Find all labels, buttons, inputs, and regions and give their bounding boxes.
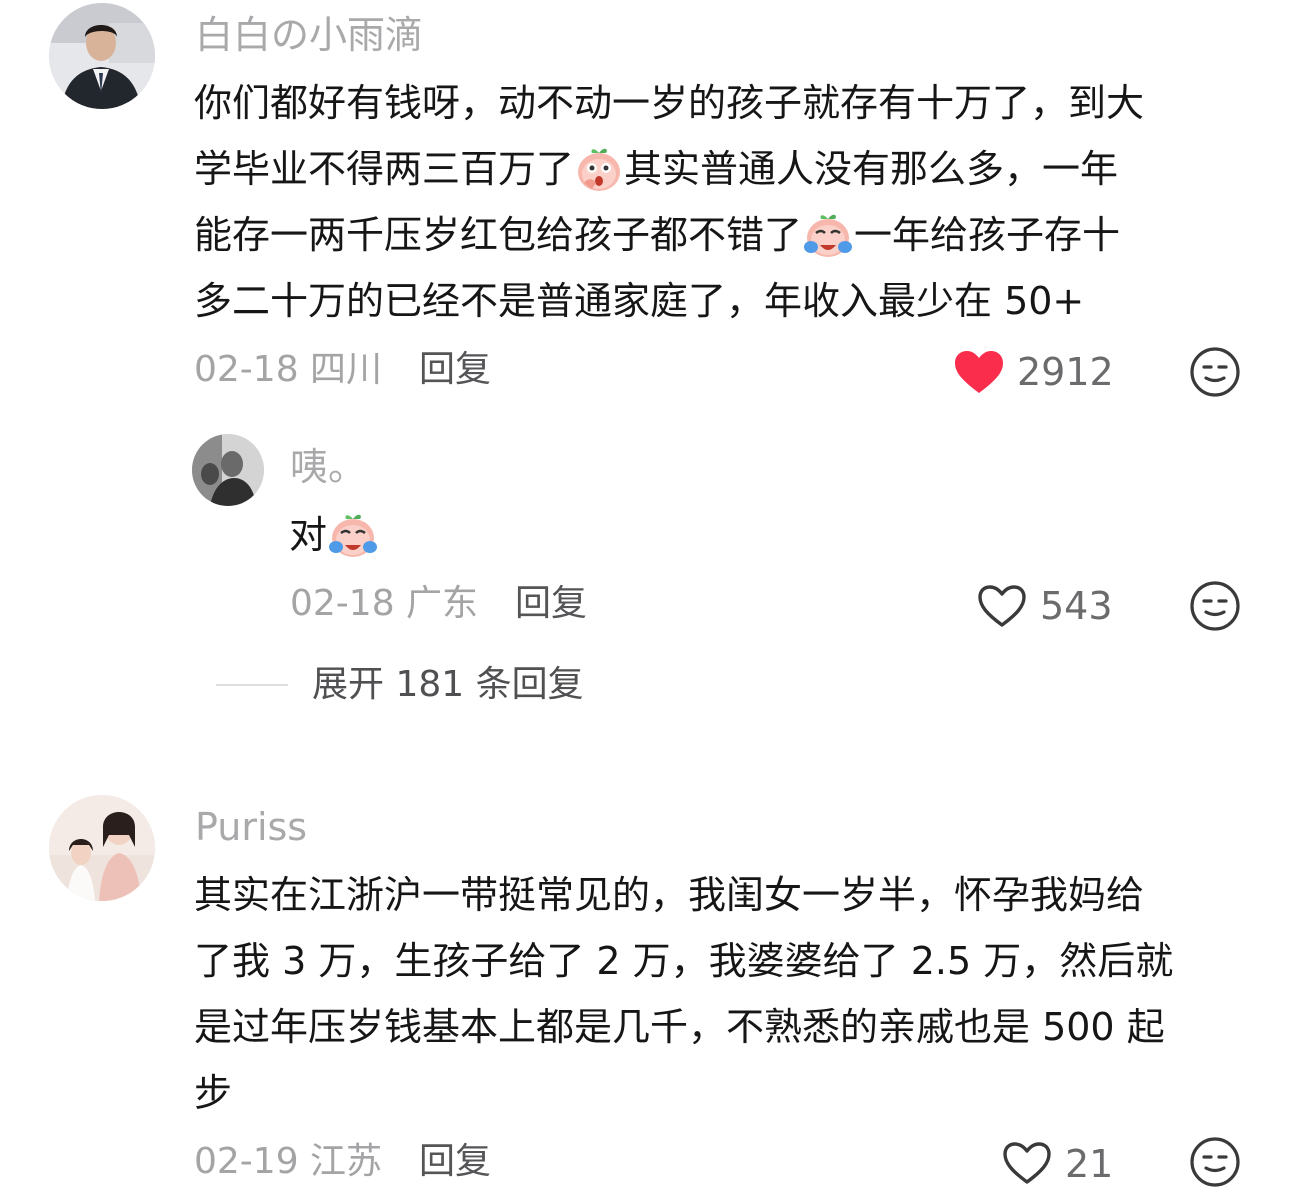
avatar-photo-grayscale — [192, 434, 264, 506]
comment-line: 多二十万的已经不是普通家庭了，年收入最少在 50+ — [194, 279, 1085, 323]
comment-line-part: 能存一两千压岁红包给孩子都不错了 — [194, 213, 803, 257]
comment-line-part: 一年给孩子存十 — [854, 213, 1121, 257]
divider — [216, 684, 288, 686]
dislike-face-icon[interactable] — [1189, 346, 1241, 398]
comment-text: 你们都好有钱呀，动不动一岁的孩子就存有十万了，到大 学毕业不得两三百万了 其实普… — [194, 70, 1144, 334]
like-count: 543 — [1040, 584, 1113, 628]
comment-line-part: 其实普通人没有那么多，一年 — [624, 147, 1119, 191]
avatar[interactable] — [49, 3, 155, 109]
comment-line: 学毕业不得两三百万了 其实普通人没有那么多，一年 — [194, 136, 1144, 202]
reply-button[interactable]: 回复 — [419, 1144, 491, 1180]
crying-peach-emoji — [329, 514, 378, 557]
avatar-photo-man-in-suit — [49, 3, 155, 109]
comment-line: 你们都好有钱呀，动不动一岁的孩子就存有十万了，到大 — [194, 81, 1145, 125]
comment-line: 对 — [289, 502, 379, 568]
heart-icon[interactable] — [953, 349, 1005, 395]
comment-line: 其实在江浙沪一带挺常见的，我闺女一岁半，怀孕我妈给 — [194, 873, 1145, 917]
reply-button[interactable]: 回复 — [515, 586, 587, 622]
expand-replies-button[interactable]: 展开 181 条回复 — [312, 667, 584, 703]
comment-text: 其实在江浙沪一带挺常见的，我闺女一岁半，怀孕我妈给 了我 3 万，生孩子给了 2… — [194, 862, 1173, 1126]
comment-line: 能存一两千压岁红包给孩子都不错了 一年给孩子存十 — [194, 202, 1144, 268]
comment-line: 了我 3 万，生孩子给了 2 万，我婆婆给了 2.5 万，然后就 — [194, 939, 1174, 983]
comment-line: 步 — [194, 1071, 233, 1115]
like-count: 21 — [1065, 1142, 1114, 1186]
heart-icon[interactable] — [1001, 1140, 1053, 1186]
heart-icon[interactable] — [976, 583, 1028, 629]
like-count: 2912 — [1017, 350, 1114, 394]
dislike-face-icon[interactable] — [1189, 1136, 1241, 1188]
comment-date-location: 02-18 广东 — [290, 583, 479, 624]
comment-line-part: 对 — [289, 513, 328, 557]
avatar[interactable] — [192, 434, 264, 506]
avatar[interactable] — [49, 795, 155, 901]
comment-username[interactable]: 白白の小雨滴 — [195, 16, 423, 54]
dislike-face-icon[interactable] — [1189, 580, 1241, 632]
comment-date-location: 02-19 江苏 — [194, 1141, 383, 1182]
reply-button[interactable]: 回复 — [419, 352, 491, 388]
avatar-photo-mother-and-child — [49, 795, 155, 901]
comment-line: 是过年压岁钱基本上都是几千，不熟悉的亲戚也是 500 起 — [194, 1005, 1165, 1049]
comment-line-part: 学毕业不得两三百万了 — [194, 147, 575, 191]
comment-username[interactable]: Puriss — [195, 808, 307, 846]
crying-peach-emoji — [804, 214, 853, 257]
shocked-peach-emoji — [578, 148, 621, 191]
reply-username[interactable]: 咦。 — [290, 448, 366, 486]
comment-date-location: 02-18 四川 — [194, 349, 383, 390]
reply-text: 对 — [289, 502, 379, 568]
